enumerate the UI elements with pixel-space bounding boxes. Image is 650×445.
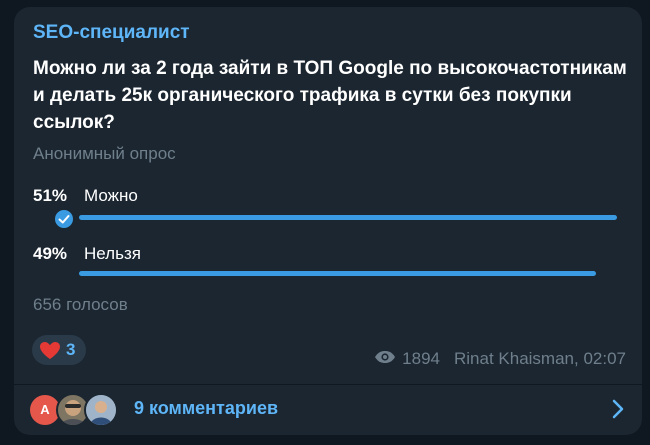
channel-post-card: SEO-специалист Можно ли за 2 года зайти … <box>14 7 642 435</box>
divider <box>14 384 642 385</box>
author-time: Rinat Khaisman, 02:07 <box>454 349 626 368</box>
poll-option-label[interactable]: Можно <box>84 186 138 206</box>
selected-check-icon <box>53 208 75 230</box>
comments-link[interactable]: 9 комментариев <box>134 398 278 419</box>
poll-type-label: Анонимный опрос <box>33 144 176 163</box>
channel-name[interactable]: SEO-специалист <box>33 22 190 44</box>
chevron-right-icon[interactable] <box>612 399 624 424</box>
heart-reaction-button[interactable]: 3 <box>32 335 86 365</box>
heart-icon <box>39 341 61 365</box>
views-count: 1894 <box>402 349 440 368</box>
votes-count: 656 голосов <box>33 295 128 314</box>
poll-option-bar <box>79 215 617 220</box>
reaction-count: 3 <box>66 340 76 359</box>
poll-question: Можно ли за 2 года зайти в ТОП Google по… <box>33 58 627 133</box>
poll-option-label[interactable]: Нельзя <box>84 244 141 264</box>
avatar <box>84 393 118 427</box>
poll-option-bar <box>79 271 596 276</box>
poll-option-percent: 51% <box>33 186 68 205</box>
poll-option-percent: 49% <box>33 244 68 263</box>
eye-icon <box>374 349 396 369</box>
post-meta: 1894 Rinat Khaisman, 02:07 <box>374 349 626 369</box>
